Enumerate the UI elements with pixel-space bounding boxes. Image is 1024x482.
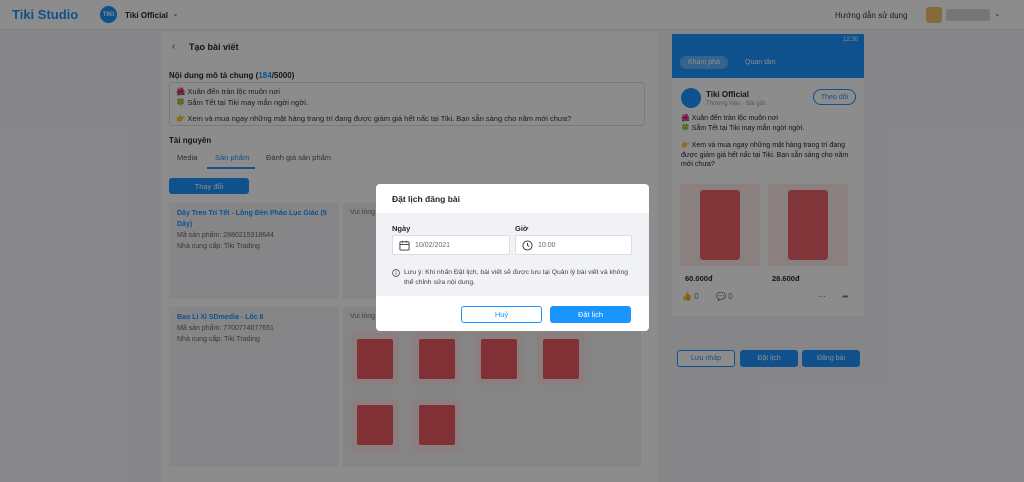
calendar-icon: [399, 240, 410, 251]
schedule-note: Lưu ý: Khi nhấn Đặt lịch, bài viết sẽ đư…: [392, 268, 638, 288]
time-value: 10:00: [538, 241, 556, 249]
clock-icon: [522, 239, 533, 251]
time-label: Giờ: [515, 224, 529, 233]
info-icon: [392, 269, 400, 277]
dialog-title: Đặt lịch đăng bài: [392, 194, 461, 204]
date-picker[interactable]: 10/02/2021: [392, 235, 510, 255]
time-picker[interactable]: 10:00: [515, 235, 632, 255]
note-text: Lưu ý: Khi nhấn Đặt lịch, bài viết sẽ đư…: [404, 269, 629, 286]
date-value: 10/02/2021: [415, 241, 451, 249]
date-label: Ngày: [392, 224, 411, 233]
dialog-body: Ngày 10/02/2021 Giờ 10:00 Lưu ý: Khi nhấ…: [376, 213, 649, 296]
cancel-button[interactable]: Huỷ: [461, 306, 542, 323]
schedule-dialog: Đặt lịch đăng bài Ngày 10/02/2021 Giờ 10…: [376, 184, 649, 331]
confirm-schedule-button[interactable]: Đặt lịch: [550, 306, 631, 323]
